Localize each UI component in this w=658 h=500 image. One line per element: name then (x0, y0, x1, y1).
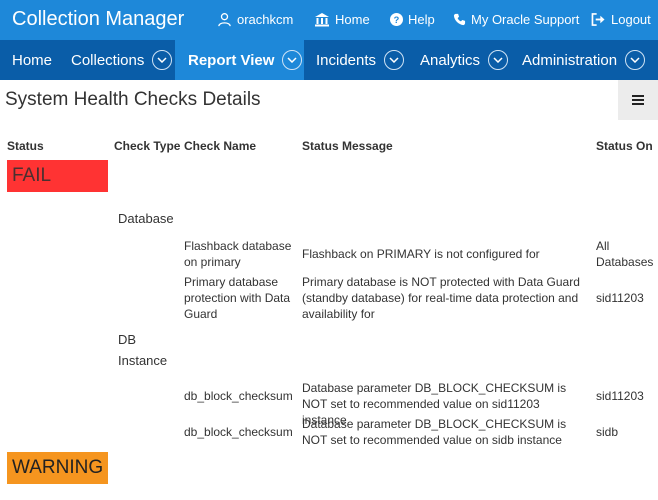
check-name: Primary database protection with Data Gu… (184, 275, 291, 321)
logout-link[interactable]: Logout (591, 12, 651, 27)
help-icon: ? (390, 13, 403, 26)
home-link-label: Home (335, 12, 370, 27)
status-on: All Databases (596, 239, 654, 269)
user-icon (218, 13, 231, 27)
region-menu-button[interactable] (618, 80, 658, 120)
column-header-check-type[interactable]: Check Type (114, 139, 180, 153)
status-on: sid11203 (596, 291, 644, 305)
nav-report-view[interactable]: Report View (175, 40, 304, 80)
help-link-label: Help (408, 12, 435, 27)
support-link-label: My Oracle Support (471, 12, 580, 27)
hamburger-menu-icon (632, 95, 644, 105)
check-name: db_block_checksum (184, 425, 293, 439)
check-type-database: Database (118, 211, 174, 226)
nav-collections[interactable]: Collections (71, 40, 173, 80)
check-type-db-line2: Instance (118, 353, 168, 368)
status-message: Database parameter DB_BLOCK_CHECKSUM is … (302, 417, 567, 447)
top-header-bar: Collection Manager orachkcm Home ? Help … (0, 0, 658, 40)
status-message: Flashback on PRIMARY is not configured f… (302, 247, 540, 261)
logout-icon (591, 13, 605, 26)
status-on: sid11203 (596, 389, 644, 403)
status-badge-fail: FAIL (7, 160, 108, 192)
check-type-db-line1: DB (118, 332, 137, 347)
chevron-down-icon[interactable] (488, 50, 509, 70)
nav-home[interactable]: Home (12, 40, 52, 80)
check-name: Flashback database on primary (184, 239, 292, 269)
column-header-check-name[interactable]: Check Name (184, 139, 256, 153)
nav-incidents[interactable]: Incidents (316, 40, 405, 80)
nav-home-label: Home (12, 51, 53, 69)
region-title: System Health Checks Details (5, 89, 261, 110)
nav-collections-label: Collections (71, 51, 145, 69)
nav-analytics[interactable]: Analytics (420, 40, 509, 80)
nav-administration-label: Administration (522, 51, 618, 69)
svg-text:?: ? (394, 15, 400, 25)
chevron-down-icon[interactable] (152, 50, 173, 70)
nav-administration[interactable]: Administration (522, 40, 646, 80)
column-header-status-on[interactable]: Status On (596, 139, 653, 153)
user-menu-link[interactable]: orachkcm (217, 12, 293, 27)
status-on: sidb (596, 425, 619, 439)
chevron-down-icon[interactable] (625, 50, 646, 70)
nav-incidents-label: Incidents (316, 51, 377, 69)
logout-link-label: Logout (611, 12, 651, 27)
nav-report-view-label: Report View (188, 51, 275, 69)
column-header-status[interactable]: Status (7, 139, 44, 153)
home-icon (315, 13, 329, 27)
chevron-down-icon[interactable] (384, 50, 405, 70)
status-badge-warning: WARNING (7, 452, 108, 484)
main-nav-bar: Home Collections Report View Incidents A… (0, 40, 658, 80)
chevron-down-icon[interactable] (282, 50, 303, 70)
phone-icon (453, 13, 466, 26)
help-link[interactable]: ? Help (390, 12, 435, 27)
check-name: db_block_checksum (184, 389, 293, 403)
nav-analytics-label: Analytics (420, 51, 481, 69)
column-header-status-message[interactable]: Status Message (302, 139, 393, 153)
user-name: orachkcm (237, 12, 294, 27)
status-message: Primary database is NOT protected with D… (302, 275, 580, 321)
support-link[interactable]: My Oracle Support (453, 12, 579, 27)
app-title[interactable]: Collection Manager (12, 8, 184, 31)
home-link[interactable]: Home (314, 12, 370, 27)
